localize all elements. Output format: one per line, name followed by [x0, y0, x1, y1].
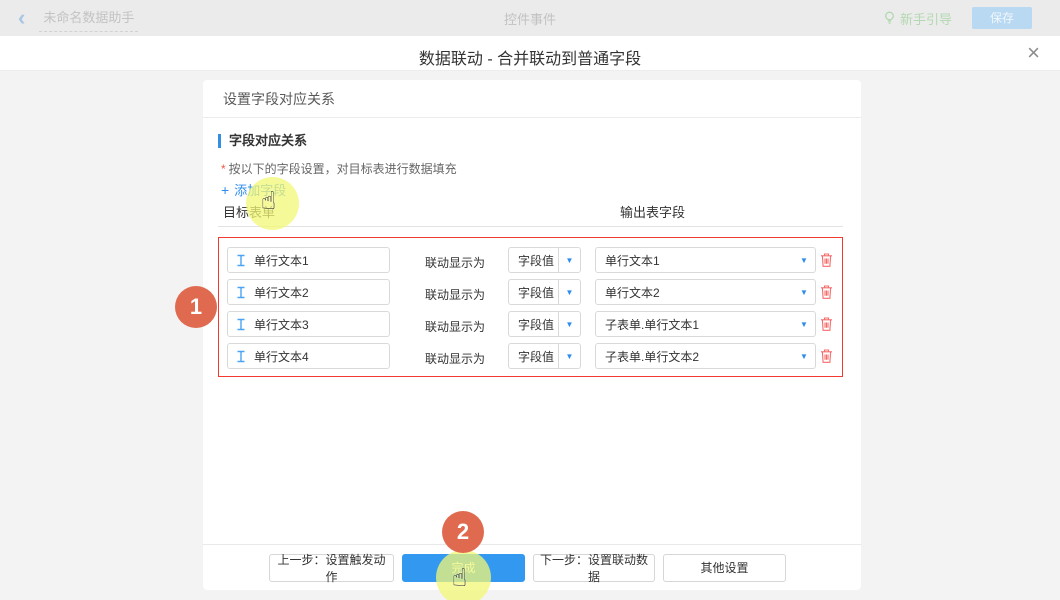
guide-link[interactable]: 新手引导	[884, 9, 952, 28]
mode-select-value: 字段值	[509, 248, 558, 272]
field-mapping-row: 联动显示为 字段值 ▼ 单行文本2 ▼	[219, 279, 842, 305]
text-field-icon	[236, 254, 246, 267]
delete-row-button[interactable]	[819, 316, 835, 332]
chevron-down-icon: ▼	[558, 344, 580, 368]
delete-row-button[interactable]	[819, 348, 835, 364]
output-field-value: 单行文本2	[596, 280, 793, 304]
modal-content: 设置字段对应关系 字段对应关系 *按以下的字段设置，对目标表进行数据填充 +添加…	[0, 71, 1060, 600]
field-mapping-row: 联动显示为 字段值 ▼ 单行文本1 ▼	[219, 247, 842, 273]
output-field-select[interactable]: 子表单.单行文本1 ▼	[595, 311, 816, 337]
highlighted-rows-box: 联动显示为 字段值 ▼ 单行文本1 ▼ 联动显示为	[218, 237, 843, 377]
back-icon[interactable]: ‹	[18, 8, 25, 28]
target-field-input[interactable]	[227, 247, 390, 273]
chevron-down-icon: ▼	[558, 248, 580, 272]
other-settings-button[interactable]: 其他设置	[663, 554, 786, 582]
chevron-down-icon: ▼	[793, 248, 815, 272]
field-mapping-panel: 设置字段对应关系 字段对应关系 *按以下的字段设置，对目标表进行数据填充 +添加…	[203, 80, 861, 590]
chevron-down-icon: ▼	[793, 344, 815, 368]
output-field-value: 子表单.单行文本1	[596, 312, 793, 336]
chevron-down-icon: ▼	[793, 280, 815, 304]
topbar: ‹ 未命名数据助手 控件事件 新手引导 保存	[0, 0, 1060, 36]
target-field-input[interactable]	[227, 343, 390, 369]
mode-select[interactable]: 字段值 ▼	[508, 311, 581, 337]
topbar-right: 新手引导 保存	[884, 7, 1032, 29]
close-icon[interactable]: ×	[1027, 41, 1040, 65]
text-field-icon	[236, 350, 246, 363]
target-field-value[interactable]	[254, 285, 374, 299]
mode-select[interactable]: 字段值 ▼	[508, 279, 581, 305]
hand-cursor-icon: ☝	[452, 563, 467, 592]
target-field-value[interactable]	[254, 349, 374, 363]
mode-select-value: 字段值	[509, 344, 558, 368]
prev-step-button[interactable]: 上一步：设置触发动作	[269, 554, 394, 582]
trash-icon	[819, 252, 834, 268]
output-field-select[interactable]: 子表单.单行文本2 ▼	[595, 343, 816, 369]
target-field-input[interactable]	[227, 311, 390, 337]
step-badge-1: 1	[175, 286, 217, 328]
assistant-name[interactable]: 未命名数据助手	[39, 5, 138, 32]
column-divider	[218, 226, 843, 227]
output-field-value: 单行文本1	[596, 248, 793, 272]
target-field-value[interactable]	[254, 317, 374, 331]
trash-icon	[819, 348, 834, 364]
column-header-output: 输出表字段	[620, 202, 685, 221]
text-field-icon	[236, 318, 246, 331]
modal-titlebar: 数据联动 - 合并联动到普通字段 ×	[0, 36, 1060, 71]
target-field-value[interactable]	[254, 253, 374, 267]
link-label: 联动显示为	[425, 286, 485, 303]
chevron-down-icon: ▼	[793, 312, 815, 336]
description-text: 按以下的字段设置，对目标表进行数据填充	[229, 162, 457, 176]
required-asterisk: *	[221, 162, 226, 176]
mode-select-value: 字段值	[509, 312, 558, 336]
trash-icon	[819, 316, 834, 332]
guide-label: 新手引导	[900, 9, 952, 28]
link-label: 联动显示为	[425, 318, 485, 335]
hand-cursor-icon: ☝	[261, 186, 276, 215]
target-field-input[interactable]	[227, 279, 390, 305]
mode-select[interactable]: 字段值 ▼	[508, 247, 581, 273]
output-field-select[interactable]: 单行文本1 ▼	[595, 247, 816, 273]
trash-icon	[819, 284, 834, 300]
output-field-value: 子表单.单行文本2	[596, 344, 793, 368]
link-label: 联动显示为	[425, 350, 485, 367]
next-step-button[interactable]: 下一步：设置联动数据	[533, 554, 655, 582]
link-label: 联动显示为	[425, 254, 485, 271]
panel-footer: 上一步：设置触发动作 完成 下一步：设置联动数据 其他设置	[203, 544, 861, 590]
output-field-select[interactable]: 单行文本2 ▼	[595, 279, 816, 305]
field-description: *按以下的字段设置，对目标表进行数据填充	[221, 160, 457, 177]
chevron-down-icon: ▼	[558, 280, 580, 304]
plus-icon: +	[221, 182, 229, 198]
text-field-icon	[236, 286, 246, 299]
delete-row-button[interactable]	[819, 252, 835, 268]
mode-select[interactable]: 字段值 ▼	[508, 343, 581, 369]
section-title: 字段对应关系	[218, 134, 307, 148]
field-mapping-row: 联动显示为 字段值 ▼ 子表单.单行文本2 ▼	[219, 343, 842, 369]
chevron-down-icon: ▼	[558, 312, 580, 336]
modal-title: 数据联动 - 合并联动到普通字段	[0, 45, 1060, 69]
mode-select-value: 字段值	[509, 280, 558, 304]
delete-row-button[interactable]	[819, 284, 835, 300]
save-button[interactable]: 保存	[972, 7, 1032, 29]
lightbulb-icon	[884, 11, 895, 25]
panel-header: 设置字段对应关系	[203, 80, 861, 118]
step-badge-2: 2	[442, 511, 484, 553]
field-mapping-row: 联动显示为 字段值 ▼ 子表单.单行文本1 ▼	[219, 311, 842, 337]
